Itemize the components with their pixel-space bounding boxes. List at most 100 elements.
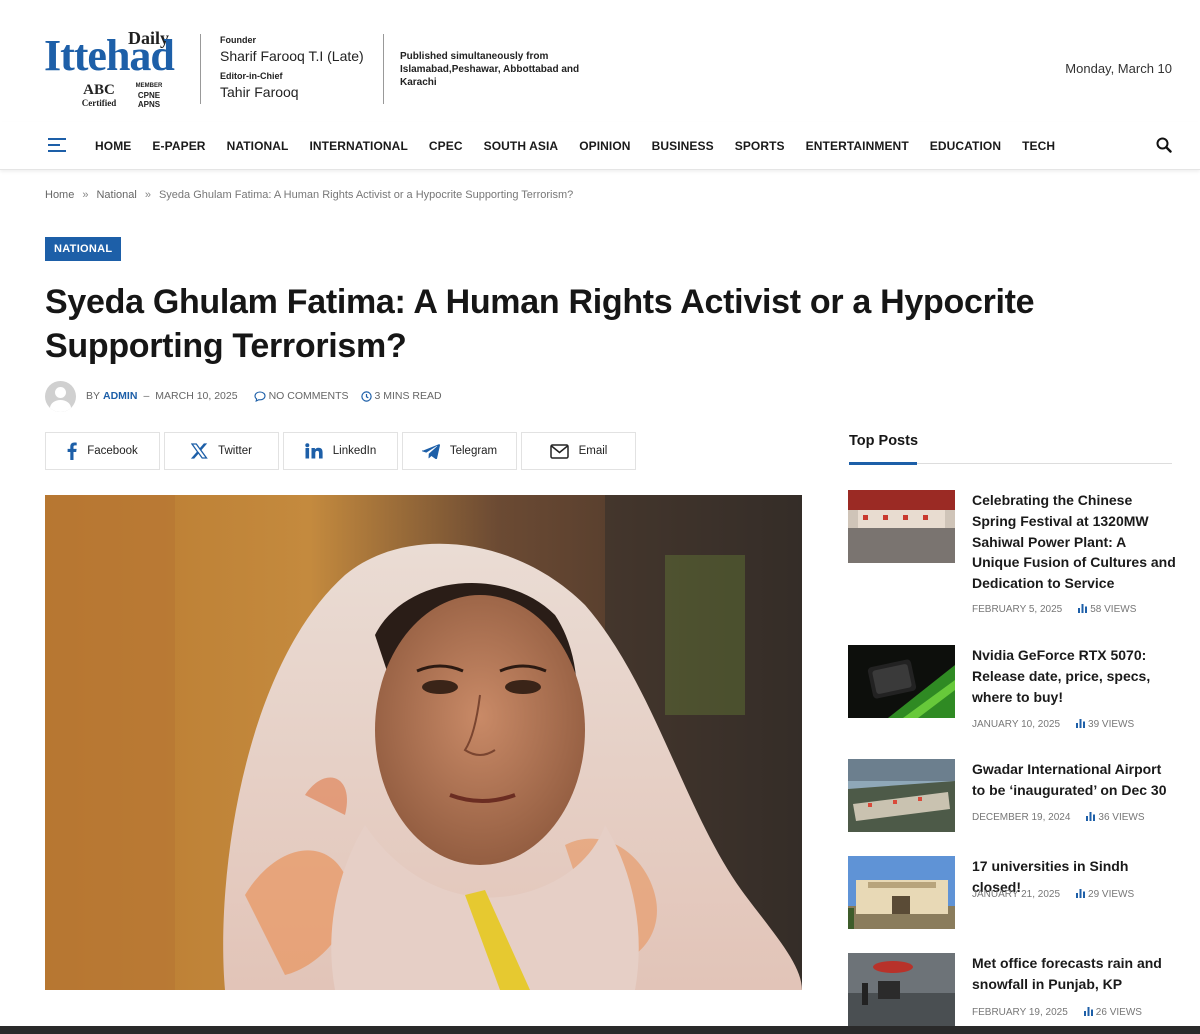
share-telegram-button[interactable]: Telegram: [402, 432, 517, 470]
article-meta: BY ADMIN – MARCH 10, 2025 NO COMMENTS 3 …: [45, 380, 442, 412]
nav-item-education[interactable]: EDUCATION: [930, 139, 1001, 153]
nav-item-tech[interactable]: TECH: [1022, 139, 1055, 153]
post-meta: DECEMBER 19, 2024 36 VIEWS: [972, 812, 1145, 823]
share-buttons: Facebook Twitter LinkedIn Telegram Email: [45, 432, 640, 470]
founder-label: Founder: [220, 35, 256, 45]
share-twitter-button[interactable]: Twitter: [164, 432, 279, 470]
share-facebook-button[interactable]: Facebook: [45, 432, 160, 470]
category-badge[interactable]: NATIONAL: [45, 237, 122, 261]
views-icon: [1076, 889, 1086, 898]
site-logo[interactable]: Daily Ittehad ABC Certified MEMBER CPNE …: [44, 28, 189, 110]
post-thumbnail[interactable]: [848, 759, 955, 832]
post-date: FEBRUARY 19, 2025: [972, 1007, 1068, 1018]
nav-item-cpec[interactable]: CPEC: [429, 139, 463, 153]
share-telegram-label: Telegram: [449, 445, 498, 457]
post-thumbnail[interactable]: [848, 953, 955, 1026]
share-twitter-label: Twitter: [218, 445, 252, 457]
telegram-icon: [421, 443, 440, 459]
top-posts-heading: Top Posts: [849, 432, 1172, 465]
by-label: BY: [86, 390, 101, 402]
post-thumbnail[interactable]: [848, 856, 955, 929]
breadcrumb-current: Syeda Ghulam Fatima: A Human Rights Acti…: [158, 189, 574, 201]
article-date: MARCH 10, 2025: [155, 390, 238, 402]
nav-item-international[interactable]: INTERNATIONAL: [309, 139, 407, 153]
nav-item-opinion[interactable]: OPINION: [579, 139, 630, 153]
top-post-item[interactable]: Gwadar International Airport to be ‘inau…: [848, 759, 1172, 834]
post-thumbnail[interactable]: [848, 490, 955, 563]
post-views: 39 VIEWS: [1088, 719, 1135, 730]
menu-icon[interactable]: [48, 138, 68, 154]
main-nav: HOME E-PAPER NATIONAL INTERNATIONAL CPEC…: [0, 122, 1200, 170]
post-meta: JANUARY 10, 2025 39 VIEWS: [972, 719, 1134, 730]
nav-items: HOME E-PAPER NATIONAL INTERNATIONAL CPEC…: [95, 122, 1076, 170]
top-post-item[interactable]: Nvidia GeForce RTX 5070: Release date, p…: [848, 645, 1172, 735]
comments-link[interactable]: NO COMMENTS: [269, 390, 349, 402]
nav-item-entertainment[interactable]: ENTERTAINMENT: [806, 139, 909, 153]
author-avatar[interactable]: [45, 380, 76, 412]
article-featured-image[interactable]: [45, 495, 802, 990]
nav-item-national[interactable]: NATIONAL: [227, 139, 289, 153]
header-divider: [200, 34, 201, 104]
breadcrumb-home[interactable]: Home: [45, 189, 74, 201]
facebook-icon: [67, 442, 77, 460]
post-meta: JANUARY 21, 2025 29 VIEWS: [972, 889, 1134, 900]
share-facebook-label: Facebook: [87, 445, 138, 457]
header-divider: [383, 34, 384, 104]
editor-label: Editor-in-Chief: [220, 71, 283, 81]
post-date: JANUARY 10, 2025: [972, 719, 1061, 730]
post-title[interactable]: Gwadar International Airport to be ‘inau…: [972, 759, 1177, 801]
post-thumbnail[interactable]: [848, 645, 955, 718]
article-title: Syeda Ghulam Fatima: A Human Rights Acti…: [45, 283, 1035, 365]
top-post-item[interactable]: Celebrating the Chinese Spring Festival …: [848, 490, 1176, 625]
nav-item-e-paper[interactable]: E-PAPER: [152, 139, 205, 153]
nav-item-home[interactable]: HOME: [95, 139, 131, 153]
post-views: 58 VIEWS: [1090, 604, 1137, 615]
cpne-apns-mark: MEMBER CPNE APNS: [135, 83, 163, 109]
email-icon: [549, 443, 569, 459]
breadcrumb-separator: »: [144, 189, 151, 201]
share-linkedin-label: LinkedIn: [332, 445, 377, 457]
breadcrumb-separator: »: [82, 189, 89, 201]
clock-icon: [360, 390, 372, 402]
top-post-item[interactable]: 17 universities in Sindh closed! JANUARY…: [848, 856, 1172, 931]
footer-strip: [0, 1026, 1200, 1034]
logo-name-text: Ittehad: [44, 31, 175, 80]
author-link[interactable]: ADMIN: [103, 390, 137, 402]
share-email-button[interactable]: Email: [521, 432, 636, 470]
views-icon: [1083, 1007, 1093, 1016]
search-icon[interactable]: [1156, 137, 1172, 153]
share-linkedin-button[interactable]: LinkedIn: [283, 432, 398, 470]
editor-name: Tahir Farooq: [220, 84, 299, 100]
nav-item-south-asia[interactable]: SOUTH ASIA: [484, 139, 559, 153]
site-header: Daily Ittehad ABC Certified MEMBER CPNE …: [0, 0, 1200, 120]
post-title[interactable]: Celebrating the Chinese Spring Festival …: [972, 490, 1177, 594]
read-time: 3 MINS READ: [374, 390, 442, 402]
views-icon: [1078, 604, 1088, 613]
post-views: 29 VIEWS: [1088, 889, 1135, 900]
founder-block: Founder Sharif Farooq T.I (Late) Editor-…: [220, 34, 364, 106]
header-date: Monday, March 10: [1065, 61, 1172, 76]
share-email-label: Email: [578, 445, 608, 457]
post-title[interactable]: Nvidia GeForce RTX 5070: Release date, p…: [972, 645, 1177, 707]
nav-item-sports[interactable]: SPORTS: [735, 139, 785, 153]
post-title[interactable]: Met office forecasts rain and snowfall i…: [972, 953, 1177, 995]
top-posts-title: Top Posts: [849, 433, 919, 449]
post-views: 26 VIEWS: [1095, 1007, 1142, 1018]
breadcrumb-category[interactable]: National: [96, 189, 136, 201]
post-views: 36 VIEWS: [1098, 812, 1145, 823]
views-icon: [1086, 812, 1096, 821]
top-post-item[interactable]: Met office forecasts rain and snowfall i…: [848, 953, 1172, 1026]
linkedin-icon: [305, 443, 323, 459]
nav-item-business[interactable]: BUSINESS: [652, 139, 714, 153]
breadcrumb: Home » National » Syeda Ghulam Fatima: A Hum…: [45, 189, 573, 201]
heading-accent-bar: [849, 462, 917, 465]
post-date: JANUARY 21, 2025: [972, 889, 1061, 900]
post-date: FEBRUARY 5, 2025: [972, 604, 1063, 615]
founder-name: Sharif Farooq T.I (Late): [220, 48, 364, 64]
meta-dash: –: [143, 390, 150, 402]
comment-icon: [254, 390, 266, 402]
views-icon: [1076, 719, 1086, 728]
post-meta: FEBRUARY 19, 2025 26 VIEWS: [972, 1007, 1142, 1018]
published-note: Published simultaneously from Islamabad,…: [400, 51, 580, 88]
post-date: DECEMBER 19, 2024: [972, 812, 1071, 823]
